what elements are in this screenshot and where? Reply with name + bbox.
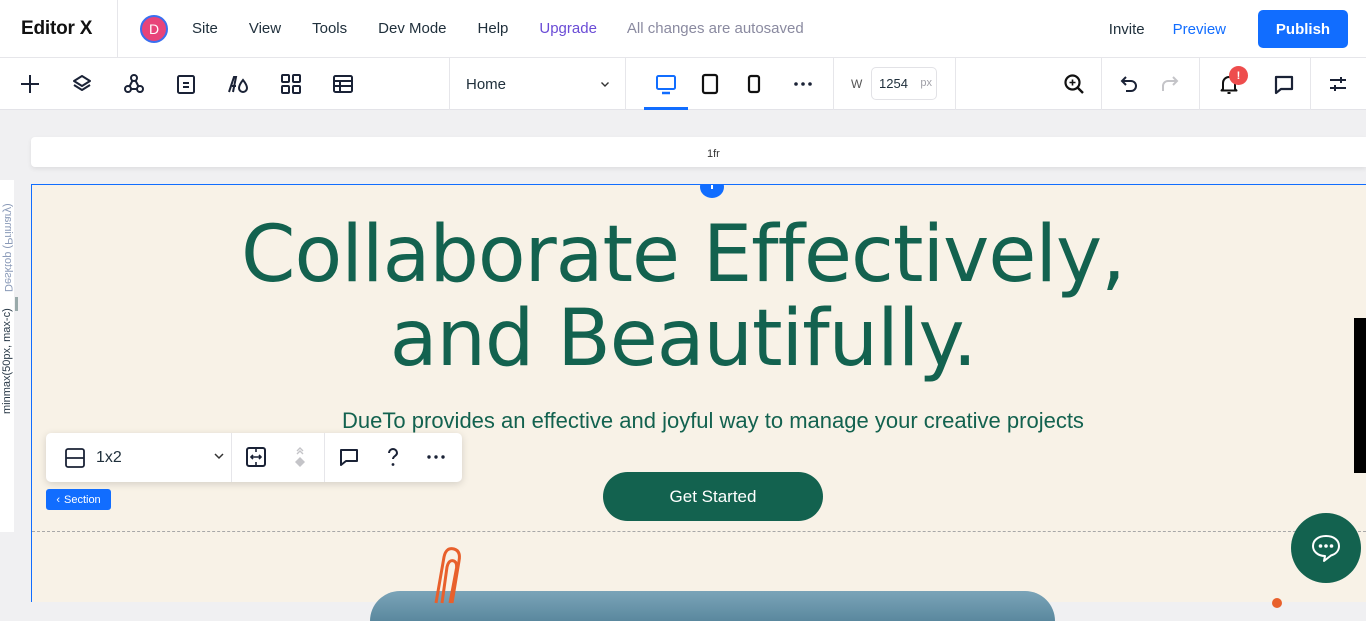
hero-title-line-2: and Beautifully. xyxy=(389,294,978,384)
layout-value: 1x2 xyxy=(96,448,122,466)
menu-dev-mode[interactable]: Dev Mode xyxy=(378,20,446,37)
more-devices-icon[interactable] xyxy=(790,71,816,97)
invite-button[interactable]: Invite xyxy=(1109,21,1145,38)
decorative-dot xyxy=(1272,598,1282,608)
canvas-width-value: 1254 xyxy=(879,76,908,91)
section-tag-label: Section xyxy=(63,493,101,506)
pages-icon[interactable] xyxy=(173,71,199,97)
page-selector-value: Home xyxy=(466,75,507,93)
notification-badge: ! xyxy=(1229,66,1248,85)
comment-icon[interactable] xyxy=(337,445,361,469)
menu-tools[interactable]: Tools xyxy=(312,20,347,37)
menu-upgrade[interactable]: Upgrade xyxy=(539,20,597,37)
divider xyxy=(231,433,232,482)
grid-layout-icon xyxy=(65,447,85,468)
layers-icon[interactable] xyxy=(69,71,95,97)
settings-sliders-icon[interactable] xyxy=(1325,71,1351,97)
chevron-left-icon: ‹ xyxy=(56,493,60,506)
width-unit: px xyxy=(920,77,932,89)
mobile-device-icon[interactable] xyxy=(741,71,767,97)
divider xyxy=(1101,58,1102,110)
section-floating-toolbar: 1x2 xyxy=(46,433,462,482)
user-avatar[interactable]: D xyxy=(140,14,168,43)
section-breadcrumb-tag[interactable]: ‹ Section xyxy=(46,489,111,510)
chat-bubble-icon xyxy=(1312,535,1340,562)
chevron-down-icon xyxy=(214,453,224,460)
chat-button[interactable] xyxy=(1291,513,1361,583)
divider xyxy=(833,58,834,110)
width-label: W xyxy=(851,77,863,91)
help-icon[interactable] xyxy=(381,445,405,469)
row-divider xyxy=(32,531,1366,532)
divider xyxy=(324,433,325,482)
main-menu: Site View Tools Dev Mode Help Upgrade xyxy=(192,20,628,37)
tablet-device-icon[interactable] xyxy=(697,71,723,97)
publish-button[interactable]: Publish xyxy=(1258,10,1348,48)
page-selector[interactable]: Home xyxy=(466,58,611,110)
column-size-label[interactable]: 1fr xyxy=(707,148,720,160)
menu-help[interactable]: Help xyxy=(478,20,509,37)
menu-view[interactable]: View xyxy=(249,20,281,37)
connections-icon[interactable] xyxy=(121,71,147,97)
hero-title-line-1: Collaborate Effectively, xyxy=(241,210,1126,300)
more-options-icon[interactable] xyxy=(424,445,448,469)
theme-icon[interactable] xyxy=(225,71,251,97)
divider xyxy=(625,58,626,110)
preview-button[interactable]: Preview xyxy=(1173,21,1226,38)
top-bar: Editor X D Site View Tools Dev Mode Help… xyxy=(0,0,1366,58)
redo-icon[interactable] xyxy=(1156,71,1182,97)
hero-image[interactable] xyxy=(370,591,1055,621)
comments-icon[interactable] xyxy=(1271,71,1297,97)
autosave-status: All changes are autosaved xyxy=(626,20,804,37)
menu-site[interactable]: Site xyxy=(192,20,218,37)
top-actions: Invite Preview Publish xyxy=(1109,0,1348,58)
editor-toolbar: Home W 1254 px xyxy=(0,58,1366,110)
chevron-down-icon xyxy=(601,82,609,87)
paperclip-image xyxy=(434,547,461,604)
editor-logo[interactable]: Editor X xyxy=(0,0,118,58)
undo-icon[interactable] xyxy=(1117,71,1143,97)
zoom-in-icon[interactable] xyxy=(1061,71,1087,97)
scroll-indicator[interactable] xyxy=(1354,318,1366,473)
hero-subtitle[interactable]: DueTo provides an effective and joyful w… xyxy=(0,408,1366,434)
desktop-device-icon[interactable] xyxy=(653,71,679,97)
column-ruler: 1fr xyxy=(31,137,1366,167)
divider xyxy=(1310,58,1311,110)
arrange-layers-icon[interactable] xyxy=(288,445,312,469)
divider xyxy=(449,58,450,110)
get-started-button[interactable]: Get Started xyxy=(603,472,823,521)
divider xyxy=(1199,58,1200,110)
stretch-icon[interactable] xyxy=(244,445,268,469)
apps-icon[interactable] xyxy=(278,71,304,97)
divider xyxy=(955,58,956,110)
plus-icon[interactable] xyxy=(17,71,43,97)
canvas-width-input[interactable]: 1254 px xyxy=(871,67,937,100)
hero-title[interactable]: Collaborate Effectively, and Beautifully… xyxy=(0,213,1366,381)
table-icon[interactable] xyxy=(330,71,356,97)
layout-selector[interactable]: 1x2 xyxy=(64,445,224,470)
